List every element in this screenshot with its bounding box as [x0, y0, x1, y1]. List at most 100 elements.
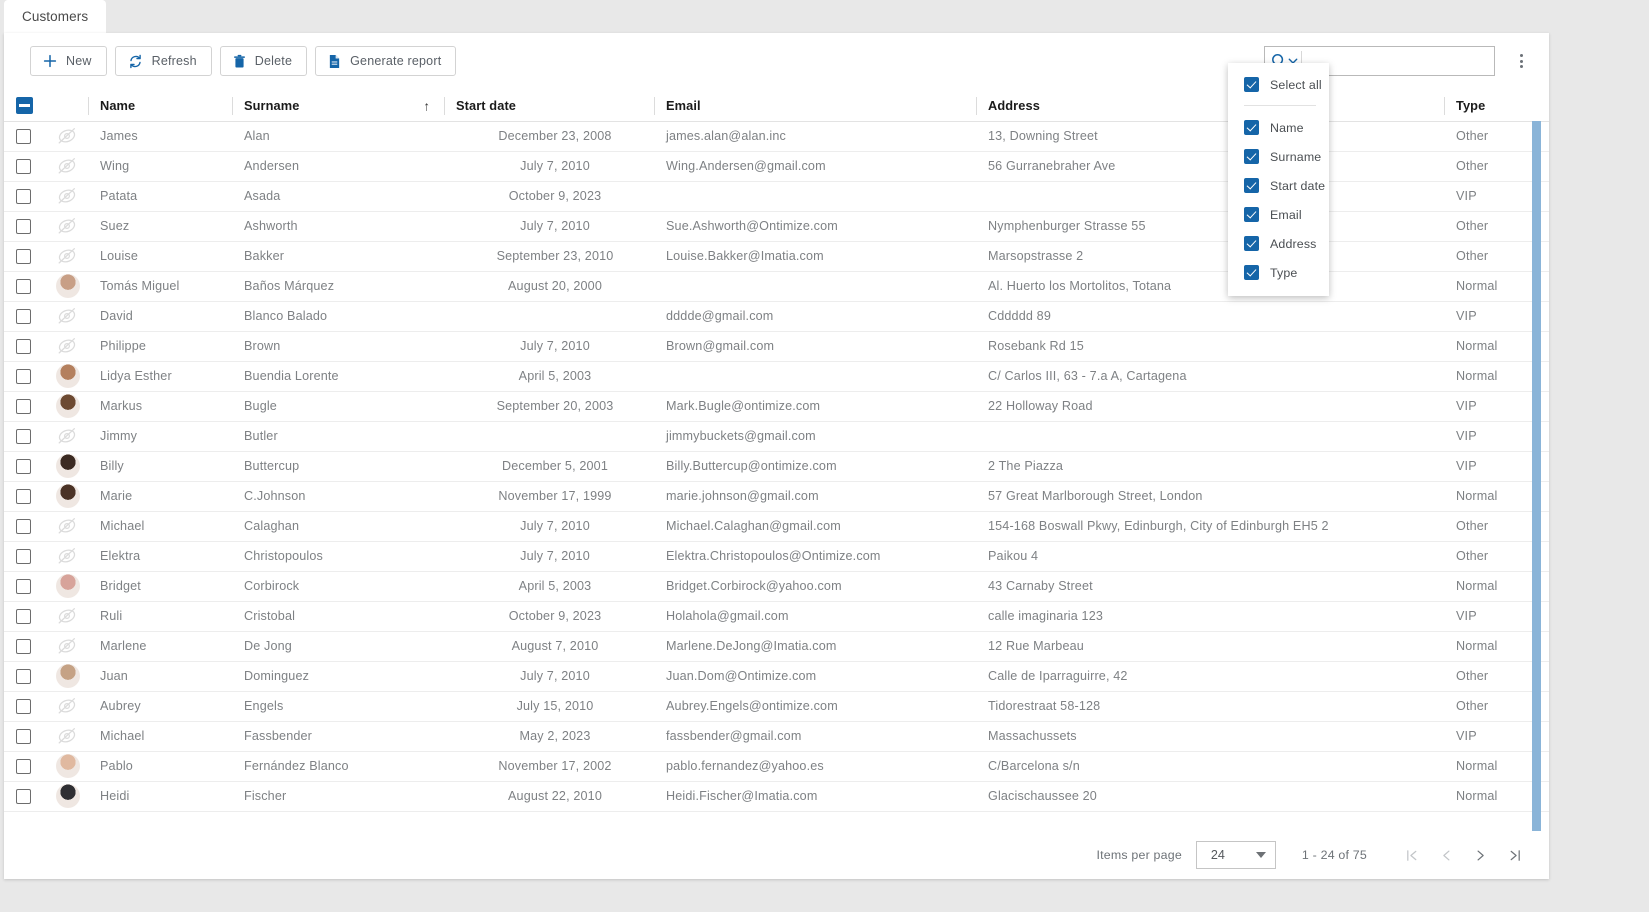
row-select-cell[interactable] — [4, 781, 44, 812]
row-checkbox[interactable] — [16, 638, 31, 654]
row-select-cell[interactable] — [4, 301, 44, 332]
kebab-menu-icon[interactable] — [1509, 49, 1533, 73]
row-select-cell[interactable] — [4, 511, 44, 542]
row-checkbox[interactable] — [16, 608, 31, 624]
checkbox-checked-icon[interactable] — [1244, 178, 1259, 193]
row-select-cell[interactable] — [4, 241, 44, 272]
table-row[interactable]: Billy Buttercup December 5, 2001 Billy.Butt… — [4, 451, 1549, 482]
tab-customers[interactable]: Customers — [4, 0, 107, 33]
table-row[interactable]: Marie C.Johnson November 17, 1999 marie.joh… — [4, 481, 1549, 512]
table-row[interactable]: Pablo Fernández Blanco November 17, 2002 pa… — [4, 751, 1549, 782]
row-checkbox[interactable] — [16, 368, 31, 384]
first-page-icon[interactable] — [1395, 838, 1429, 872]
table-row[interactable]: Philippe Brown July 7, 2010 Brown@gmail.com… — [4, 331, 1549, 362]
menu-item-surname[interactable]: Surname — [1228, 142, 1329, 171]
new-button[interactable]: New — [30, 46, 107, 76]
row-select-cell[interactable] — [4, 601, 44, 632]
menu-item-email[interactable]: Email — [1228, 200, 1329, 229]
row-select-cell[interactable] — [4, 151, 44, 182]
row-checkbox[interactable] — [16, 548, 31, 564]
row-checkbox[interactable] — [16, 248, 31, 264]
row-checkbox[interactable] — [16, 518, 31, 534]
column-header-name[interactable]: Name — [88, 91, 232, 122]
avatar-header — [44, 91, 88, 122]
menu-item-name[interactable]: Name — [1228, 113, 1329, 142]
column-header-surname[interactable]: Surname ↑ — [232, 91, 444, 122]
checkbox-checked-icon[interactable] — [1244, 265, 1259, 280]
row-select-cell[interactable] — [4, 271, 44, 302]
column-visibility-menu[interactable]: Select all Name Surname Start date Email Add… — [1228, 63, 1329, 296]
row-checkbox[interactable] — [16, 788, 31, 804]
table-row[interactable]: David Blanco Balado dddde@gmail.com Cddddd … — [4, 301, 1549, 332]
row-checkbox[interactable] — [16, 698, 31, 714]
row-select-cell[interactable] — [4, 331, 44, 362]
checkbox-checked-icon[interactable] — [1244, 207, 1259, 222]
table-row[interactable]: Juan Dominguez July 7, 2010 Juan.Dom@Ontimi… — [4, 661, 1549, 692]
row-checkbox[interactable] — [16, 578, 31, 594]
menu-item-select-all[interactable]: Select all — [1228, 70, 1329, 99]
row-select-cell[interactable] — [4, 751, 44, 782]
row-select-cell[interactable] — [4, 721, 44, 752]
row-checkbox[interactable] — [16, 428, 31, 444]
select-all-header[interactable] — [4, 91, 44, 122]
row-select-cell[interactable] — [4, 571, 44, 602]
row-select-cell[interactable] — [4, 181, 44, 212]
table-row[interactable]: Heidi Fischer August 22, 2010 Heidi.Fischer… — [4, 781, 1549, 812]
menu-item-address[interactable]: Address — [1228, 229, 1329, 258]
row-select-cell[interactable] — [4, 421, 44, 452]
row-select-cell[interactable] — [4, 121, 44, 152]
next-page-icon[interactable] — [1463, 838, 1497, 872]
row-checkbox[interactable] — [16, 458, 31, 474]
row-select-cell[interactable] — [4, 541, 44, 572]
menu-item-type[interactable]: Type — [1228, 258, 1329, 287]
row-select-cell[interactable] — [4, 391, 44, 422]
row-checkbox[interactable] — [16, 398, 31, 414]
row-checkbox[interactable] — [16, 308, 31, 324]
row-checkbox[interactable] — [16, 338, 31, 354]
delete-button[interactable]: Delete — [219, 46, 308, 76]
column-header-address[interactable]: Address — [976, 91, 1444, 122]
table-row[interactable]: Michael Calaghan July 7, 2010 Michael.Calag… — [4, 511, 1549, 542]
row-checkbox[interactable] — [16, 668, 31, 684]
row-checkbox[interactable] — [16, 158, 31, 174]
refresh-button[interactable]: Refresh — [114, 46, 212, 76]
table-row[interactable]: Aubrey Engels July 15, 2010 Aubrey.Engels@o… — [4, 691, 1549, 722]
select-all-checkbox[interactable] — [16, 97, 33, 115]
checkbox-checked-icon[interactable] — [1244, 149, 1259, 164]
checkbox-checked-icon[interactable] — [1244, 77, 1259, 92]
row-checkbox[interactable] — [16, 278, 31, 294]
row-select-cell[interactable] — [4, 361, 44, 392]
prev-page-icon[interactable] — [1429, 838, 1463, 872]
row-checkbox[interactable] — [16, 188, 31, 204]
checkbox-checked-icon[interactable] — [1244, 120, 1259, 135]
menu-item-start-date[interactable]: Start date — [1228, 171, 1329, 200]
table-row[interactable]: Bridget Corbirock April 5, 2003 Bridget.Cor… — [4, 571, 1549, 602]
column-header-start-date[interactable]: Start date — [444, 91, 654, 122]
checkbox-checked-icon[interactable] — [1244, 236, 1259, 251]
table-row[interactable]: Marlene De Jong August 7, 2010 Marlene.DeJo… — [4, 631, 1549, 662]
last-page-icon[interactable] — [1497, 838, 1531, 872]
table-vertical-scrollbar[interactable] — [1532, 121, 1541, 836]
table-row[interactable]: Lidya Esther Buendia Lorente April 5, 2003… — [4, 361, 1549, 392]
table-row[interactable]: Elektra Christopoulos July 7, 2010 Elektra.… — [4, 541, 1549, 572]
row-checkbox[interactable] — [16, 728, 31, 744]
row-select-cell[interactable] — [4, 481, 44, 512]
items-per-page-select[interactable]: 24 — [1195, 841, 1276, 869]
row-select-cell[interactable] — [4, 211, 44, 242]
column-header-type[interactable]: Type — [1444, 91, 1549, 122]
column-header-email[interactable]: Email — [654, 91, 976, 122]
row-select-cell[interactable] — [4, 661, 44, 692]
row-select-cell[interactable] — [4, 691, 44, 722]
search-input[interactable] — [1308, 47, 1494, 75]
row-checkbox[interactable] — [16, 218, 31, 234]
generate-report-button[interactable]: Generate report — [315, 46, 457, 76]
row-checkbox[interactable] — [16, 128, 31, 144]
row-select-cell[interactable] — [4, 631, 44, 662]
table-row[interactable]: Jimmy Butler jimmybuckets@gmail.com VIP — [4, 421, 1549, 452]
table-row[interactable]: Markus Bugle September 20, 2003 Mark.Bugle@… — [4, 391, 1549, 422]
table-row[interactable]: Ruli Cristobal October 9, 2023 Holahola@gma… — [4, 601, 1549, 632]
row-select-cell[interactable] — [4, 451, 44, 482]
row-checkbox[interactable] — [16, 758, 31, 774]
table-row[interactable]: Michael Fassbender May 2, 2023 fassbender@g… — [4, 721, 1549, 752]
row-checkbox[interactable] — [16, 488, 31, 504]
